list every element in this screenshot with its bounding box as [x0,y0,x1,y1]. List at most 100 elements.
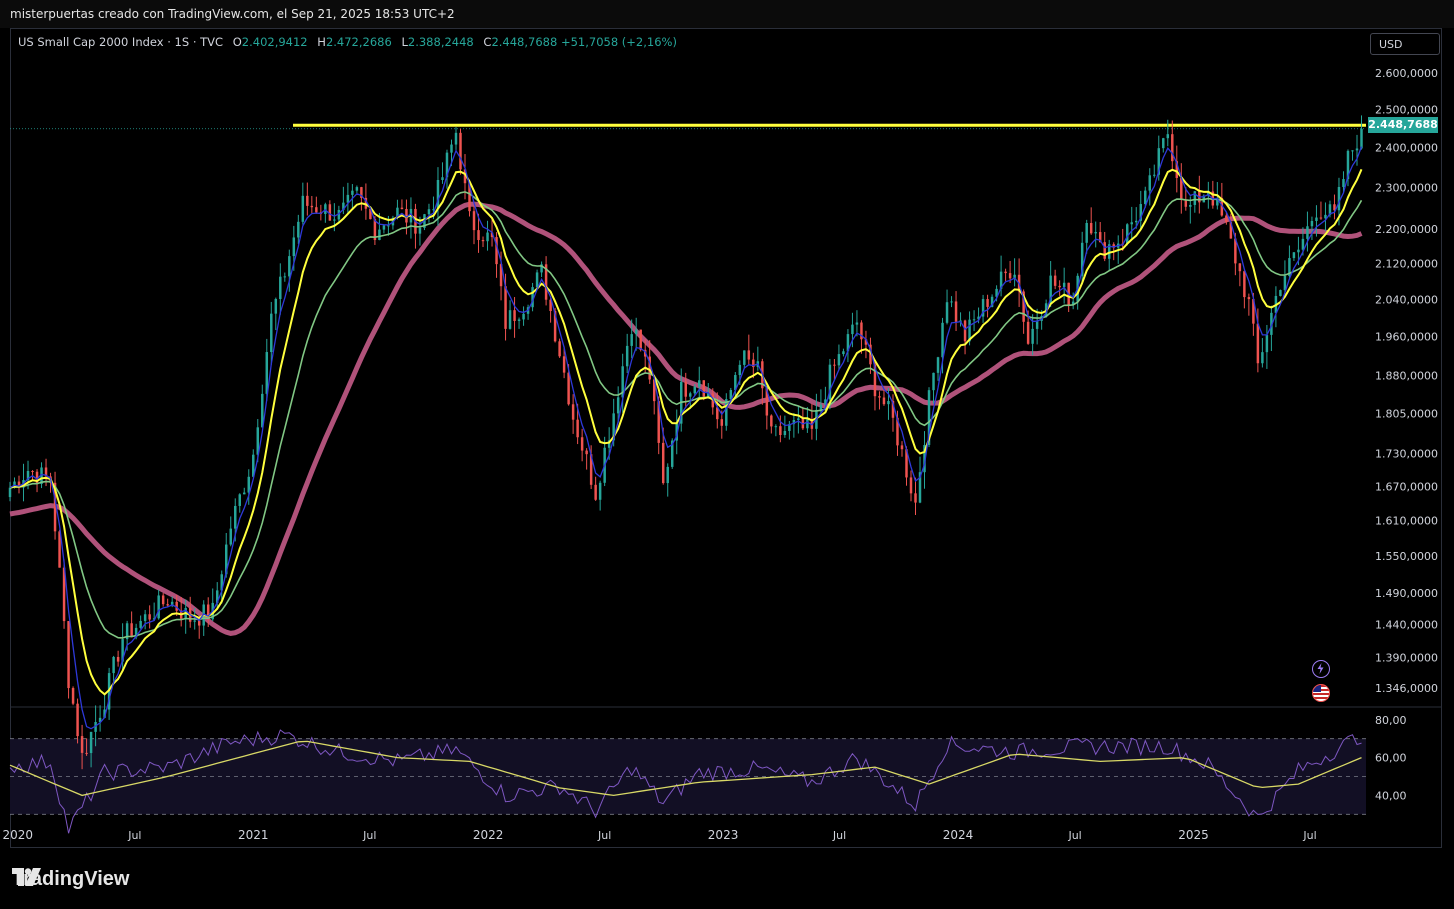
candle-body[interactable] [306,195,309,206]
candle-body[interactable] [833,364,836,366]
candle-body[interactable] [418,227,422,234]
candle-body[interactable] [945,302,949,323]
candle-body[interactable] [1026,321,1030,344]
candle-body[interactable] [882,397,886,405]
candle-body[interactable] [1144,190,1147,205]
candle-body[interactable] [558,341,561,357]
candle-body[interactable] [585,450,588,455]
candle-body[interactable] [1004,271,1007,274]
candle-body[interactable] [1319,217,1323,219]
candle-body[interactable] [1225,215,1228,223]
candle-body[interactable] [1301,238,1305,250]
candle-body[interactable] [486,232,489,242]
candle-body[interactable] [279,276,282,300]
candle-body[interactable] [378,229,381,241]
candle-body[interactable] [288,256,291,277]
candle-body[interactable] [594,484,597,500]
candle-body[interactable] [725,399,728,426]
candle-body[interactable] [301,195,305,222]
candle-body[interactable] [598,482,602,500]
candle-body[interactable] [1261,352,1264,364]
candle-body[interactable] [747,350,751,360]
candle-body[interactable] [914,493,917,503]
candle-body[interactable] [193,620,196,622]
currency-button[interactable]: USD [1370,33,1440,55]
candle-body[interactable] [238,494,241,506]
lightning-icon[interactable] [1312,660,1330,678]
candle-body[interactable] [130,623,133,638]
candle-body[interactable] [310,205,314,208]
candle-body[interactable] [887,401,890,405]
candle-body[interactable] [1279,290,1282,296]
candle-body[interactable] [1247,297,1251,300]
candle-body[interactable] [1342,179,1345,187]
candle-body[interactable] [161,595,165,605]
candle-body[interactable] [1125,224,1129,244]
candle-body[interactable] [963,320,967,342]
candle-body[interactable] [1130,222,1133,225]
candle-body[interactable] [666,466,669,484]
candle-body[interactable] [1058,285,1061,288]
candle-body[interactable] [31,471,34,473]
candle-body[interactable] [1310,220,1314,227]
candle-body[interactable] [1189,204,1192,207]
candle-body[interactable] [148,614,151,620]
candle-body[interactable] [1355,148,1359,151]
candle-body[interactable] [1035,320,1039,329]
candle-body[interactable] [157,595,160,619]
candle-body[interactable] [1297,249,1300,253]
candle-body[interactable] [67,621,70,689]
candle-body[interactable] [1166,134,1170,139]
candle-body[interactable] [427,209,431,215]
candle-body[interactable] [1153,174,1156,176]
candle-body[interactable] [774,426,778,428]
candle-body[interactable] [143,614,147,621]
candle-body[interactable] [513,310,516,321]
candle-body[interactable] [522,313,525,320]
candle-body[interactable] [698,380,701,387]
candle-body[interactable] [1094,232,1097,234]
candle-body[interactable] [400,207,404,209]
candle-body[interactable] [783,430,787,436]
candle-body[interactable] [283,276,287,278]
candle-body[interactable] [837,354,841,366]
candle-body[interactable] [441,177,444,180]
candle-body[interactable] [297,221,300,238]
candle-body[interactable] [274,299,278,314]
candle-body[interactable] [797,418,800,421]
candle-body[interactable] [355,187,359,191]
candle-body[interactable] [517,319,521,321]
candle-body[interactable] [634,329,638,335]
candle-body[interactable] [80,736,84,753]
candle-body[interactable] [116,656,120,662]
candle-body[interactable] [972,319,976,321]
candle-body[interactable] [689,393,692,397]
legend-symbol[interactable]: US Small Cap 2000 Index · 1S · TVC [18,35,223,49]
candle-body[interactable] [270,313,273,353]
candle-body[interactable] [333,219,336,221]
candle-body[interactable] [819,404,823,410]
candle-body[interactable] [382,225,386,230]
candle-body[interactable] [567,372,570,405]
candle-body[interactable] [166,604,169,606]
candle-body[interactable] [639,329,642,350]
candle-body[interactable] [878,396,881,398]
candle-body[interactable] [112,656,115,674]
candle-body[interactable] [950,301,953,303]
candle-body[interactable] [459,132,462,170]
candle-body[interactable] [346,194,350,203]
candle-body[interactable] [1306,226,1309,239]
candle-body[interactable] [625,345,629,367]
brand-logo[interactable]: TradingView [12,868,129,891]
candle-body[interactable] [661,442,665,484]
candle-body[interactable] [842,351,845,355]
candle-body[interactable] [630,334,633,346]
candle-body[interactable] [1089,223,1093,234]
candle-body[interactable] [720,419,724,426]
candle-body[interactable] [351,190,354,195]
candle-body[interactable] [76,703,79,737]
candle-body[interactable] [71,688,75,704]
candle-body[interactable] [1184,199,1188,207]
candle-body[interactable] [234,505,237,529]
candle-body[interactable] [954,301,958,322]
